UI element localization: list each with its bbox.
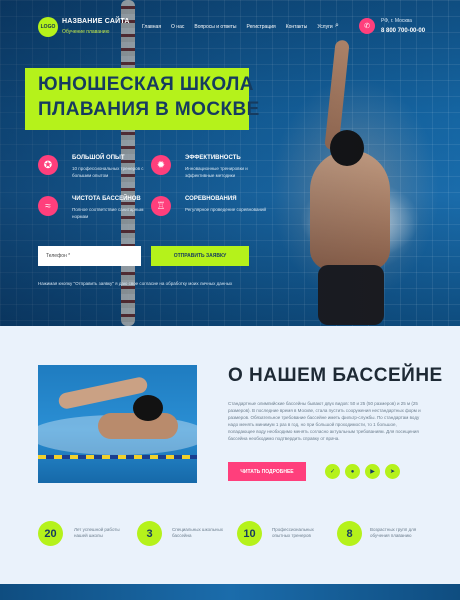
search-icon[interactable]: ⌕ <box>335 22 343 30</box>
logo[interactable]: LOGO <box>38 17 58 37</box>
nav-about[interactable]: О нас <box>171 24 184 30</box>
phone-number[interactable]: 8 800 700-00-00 <box>381 28 425 34</box>
hero-title-line-1: ЮНОШЕСКАЯ ШКОЛА <box>38 74 254 95</box>
consent-text: Нажимая кнопку "Отправить заявку" я даю … <box>38 281 233 286</box>
feature-title-efficiency: Эффективность <box>185 155 241 161</box>
nav-services[interactable]: Услуги <box>317 24 332 30</box>
submit-request-button[interactable]: ОТПРАВИТЬ ЗАЯВКУ <box>151 246 249 266</box>
about-title: О НАШЕМ БАССЕЙНЕ <box>228 365 443 386</box>
nav-faq[interactable]: Вопросы и ответы <box>194 24 236 30</box>
water-icon: ≈ <box>38 196 58 216</box>
phone-icon[interactable]: ✆ <box>359 18 375 34</box>
telegram-icon[interactable]: ➤ <box>385 464 400 479</box>
stat-years-label: Лет успешной работы нашей школы <box>74 527 120 538</box>
medal-icon: ✪ <box>38 155 58 175</box>
feature-title-experience: Большой опыт <box>72 155 125 161</box>
stat-groups-label: Возрастных групп для обучения плаванию <box>370 527 417 538</box>
stat-groups-value: 8 <box>337 521 362 546</box>
about-photo <box>38 365 197 483</box>
about-text: Стандартные олимпийские бассейны бывают … <box>228 401 421 441</box>
hero-title-line-2: ПЛАВАНИЯ В МОСКВЕ <box>38 99 260 120</box>
stat-coaches-value: 10 <box>237 521 262 546</box>
feature-desc-efficiency: Инновационные тренировки и эффективные м… <box>185 166 248 178</box>
youtube-icon[interactable]: ▶ <box>365 464 380 479</box>
next-section-strip <box>0 584 460 600</box>
feature-desc-cleanliness: Полное соответствие санитарным нормам <box>72 207 144 219</box>
phone-input[interactable] <box>38 246 141 266</box>
feature-desc-competitions: Регулярное проведение соревнований <box>185 207 267 212</box>
site-name[interactable]: НАЗВАНИЕ САЙТА <box>62 18 130 25</box>
vk-icon[interactable]: ✓ <box>325 464 340 479</box>
feature-title-competitions: Соревнования <box>185 196 237 202</box>
feature-desc-experience: 10 профессиональных тренеров с большим о… <box>72 166 144 178</box>
stat-pools-value: 3 <box>137 521 162 546</box>
nav-home[interactable]: Главная <box>142 24 161 30</box>
nav-registration[interactable]: Регистрация <box>246 24 275 30</box>
hero-section <box>0 0 460 326</box>
chart-icon: ✹ <box>151 155 171 175</box>
read-more-button[interactable]: ЧИТАТЬ ПОДРОБНЕЕ <box>228 462 306 481</box>
cup-icon: ♖ <box>151 196 171 216</box>
feature-title-cleanliness: Чистота бассейнов <box>72 196 141 202</box>
stat-pools-label: Специальных школьных бассейна <box>172 527 223 538</box>
stat-years-value: 20 <box>38 521 63 546</box>
site-tagline: Обучение плаванию <box>62 29 110 35</box>
city-label: РФ, г. Москва <box>381 18 412 24</box>
ok-icon[interactable]: ● <box>345 464 360 479</box>
nav-contacts[interactable]: Контакты <box>286 24 308 30</box>
main-nav: Главная О нас Вопросы и ответы Регистрац… <box>142 24 343 30</box>
stat-coaches-label: Профессиональных опытных тренеров <box>272 527 314 538</box>
